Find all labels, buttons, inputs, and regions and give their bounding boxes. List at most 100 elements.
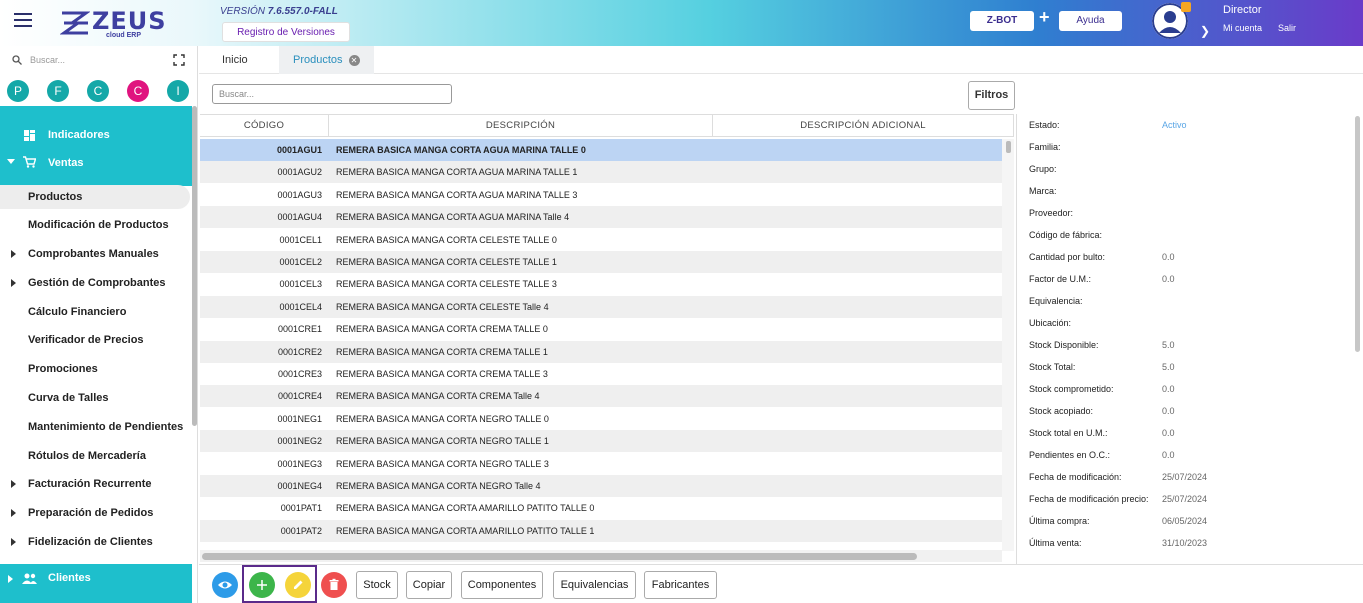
detail-label: Equivalencia: — [1029, 296, 1083, 306]
version-number: 7.6.557.0-FALL — [267, 6, 338, 17]
detail-value: 25/07/2024 — [1162, 494, 1208, 504]
detail-label: Grupo: — [1029, 164, 1057, 174]
table-row[interactable]: 0001CRE2 REMERA BASICA MANGA CORTA CREMA … — [200, 340, 1002, 363]
grid-horizontal-scrollbar[interactable] — [200, 550, 1002, 562]
add-button[interactable] — [249, 572, 275, 598]
table-row[interactable]: 0001PAT2 REMERA BASICA MANGA CORTA AMARIL… — [200, 519, 1002, 542]
column-header-descripcion-adicional[interactable]: DESCRIPCIÓN ADICIONAL — [713, 115, 1014, 137]
caret-right-icon — [11, 480, 16, 488]
sidebar-scrollbar[interactable] — [192, 106, 197, 426]
detail-label: Última venta: — [1029, 538, 1082, 548]
sidebar-item-curva-talles[interactable]: Curva de Talles — [28, 392, 109, 404]
edit-button[interactable] — [285, 572, 311, 598]
sidebar-item-promociones[interactable]: Promociones — [28, 363, 98, 375]
detail-label: Factor de U.M.: — [1029, 274, 1092, 284]
sidebar: Buscar... P F C C I Indicadores Ventas P… — [0, 46, 198, 603]
products-grid: CÓDIGO DESCRIPCIÓN DESCRIPCIÓN ADICIONAL… — [200, 114, 1014, 564]
table-row[interactable]: 0001AGU1 REMERA BASICA MANGA CORTA AGUA M… — [200, 139, 1002, 161]
cell-descripcion: REMERA BASICA MANGA CORTA NEGRO Talle 4 — [336, 481, 541, 491]
sidebar-item-calculo-financiero[interactable]: Cálculo Financiero — [28, 306, 126, 318]
shortcut-circle-i[interactable]: I — [167, 80, 189, 102]
table-row[interactable]: 0001CEL2 REMERA BASICA MANGA CORTA CELEST… — [200, 251, 1002, 273]
detail-value: 25/07/2024 — [1162, 472, 1208, 482]
detail-value: 31/10/2023 — [1162, 538, 1208, 548]
detail-label: Stock comprometido: — [1029, 384, 1114, 394]
caret-right-icon — [11, 279, 16, 287]
copiar-button[interactable]: Copiar — [406, 571, 452, 599]
people-icon — [22, 573, 37, 584]
detail-scrollbar[interactable] — [1355, 116, 1360, 352]
sidebar-item-clientes[interactable]: Clientes — [48, 572, 91, 584]
grid-search-input[interactable]: Buscar... — [212, 84, 452, 104]
mi-cuenta-link[interactable]: Mi cuenta — [1223, 23, 1262, 33]
column-header-codigo[interactable]: CÓDIGO — [200, 115, 329, 137]
grid-vertical-scrollbar[interactable] — [1002, 139, 1014, 551]
column-header-descripcion[interactable]: DESCRIPCIÓN — [329, 115, 713, 137]
equivalencias-button[interactable]: Equivalencias — [553, 571, 636, 599]
tab-inicio[interactable]: Inicio — [208, 46, 262, 74]
tab-productos[interactable]: Productos ✕ — [279, 46, 374, 74]
cell-descripcion: REMERA BASICA MANGA CORTA AGUA MARINA TA… — [336, 167, 578, 178]
sidebar-item-clientes-container[interactable]: Clientes — [0, 564, 192, 603]
sidebar-item-facturacion-recurrente[interactable]: Facturación Recurrente — [28, 478, 151, 490]
detail-label: Stock Total: — [1029, 362, 1076, 372]
sidebar-item-productos[interactable]: Productos — [28, 191, 82, 203]
table-row[interactable]: 0001NEG2 REMERA BASICA MANGA CORTA NEGRO … — [200, 430, 1002, 453]
view-button[interactable] — [212, 572, 238, 598]
fabricantes-button[interactable]: Fabricantes — [644, 571, 717, 599]
zeus-logo[interactable]: ZEUS cloud ERP — [60, 8, 166, 40]
table-row[interactable]: 0001AGU4 REMERA BASICA MANGA CORTA AGUA M… — [200, 206, 1002, 229]
table-row[interactable]: 0001CEL4 REMERA BASICA MANGA CORTA CELEST… — [200, 295, 1002, 318]
ayuda-button[interactable]: Ayuda — [1059, 11, 1122, 31]
cell-codigo: 0001NEG3 — [277, 458, 322, 469]
tab-inicio-label: Inicio — [222, 54, 248, 66]
detail-label: Proveedor: — [1029, 208, 1074, 218]
sidebar-item-indicadores[interactable]: Indicadores — [48, 129, 110, 141]
table-row[interactable]: 0001AGU3 REMERA BASICA MANGA CORTA AGUA M… — [200, 184, 1002, 206]
table-row[interactable]: 0001CRE3 REMERA BASICA MANGA CORTA CREMA … — [200, 363, 1002, 385]
table-row[interactable]: 0001NEG1 REMERA BASICA MANGA CORTA NEGRO … — [200, 408, 1002, 430]
salir-link[interactable]: Salir — [1278, 23, 1296, 33]
close-icon[interactable]: ✕ — [348, 54, 360, 66]
sidebar-search[interactable]: Buscar... — [10, 54, 190, 70]
sidebar-item-verificador-precios[interactable]: Verificador de Precios — [28, 334, 144, 346]
sidebar-item-rotulos-mercaderia[interactable]: Rótulos de Mercadería — [28, 450, 146, 462]
sidebar-item-gestion-comprobantes[interactable]: Gestión de Comprobantes — [28, 277, 166, 289]
sidebar-item-modificacion-productos[interactable]: Modificación de Productos — [28, 219, 169, 231]
table-row[interactable]: 0001CRE4 REMERA BASICA MANGA CORTA CREMA … — [200, 385, 1002, 408]
table-row[interactable]: 0001CEL3 REMERA BASICA MANGA CORTA CELEST… — [200, 273, 1002, 295]
cell-descripcion: REMERA BASICA MANGA CORTA CREMA TALLE 0 — [336, 324, 548, 335]
table-row[interactable]: 0001NEG4 REMERA BASICA MANGA CORTA NEGRO … — [200, 475, 1002, 497]
table-row[interactable]: 0001PAT1 REMERA BASICA MANGA CORTA AMARIL… — [200, 497, 1002, 519]
sidebar-item-fidelizacion-clientes[interactable]: Fidelización de Clientes — [28, 536, 153, 548]
plus-icon[interactable]: + — [1039, 7, 1050, 28]
caret-right-icon — [11, 250, 16, 258]
cell-codigo: 0001CRE4 — [277, 391, 322, 402]
table-row[interactable]: 0001AGU2 REMERA BASICA MANGA CORTA AGUA M… — [200, 161, 1002, 184]
registro-versiones-button[interactable]: Registro de Versiones — [222, 22, 350, 42]
filtros-button[interactable]: Filtros — [968, 81, 1015, 110]
table-row[interactable]: 0001NEG3 REMERA BASICA MANGA CORTA NEGRO … — [200, 453, 1002, 475]
shortcut-circle-p[interactable]: P — [7, 80, 29, 102]
sidebar-item-comprobantes-manuales[interactable]: Comprobantes Manuales — [28, 248, 159, 260]
sidebar-item-preparacion-pedidos[interactable]: Preparación de Pedidos — [28, 507, 153, 519]
stock-button[interactable]: Stock — [356, 571, 398, 599]
sidebar-item-ventas[interactable]: Ventas — [48, 157, 83, 169]
chevron-down-icon[interactable]: ❯ — [1200, 24, 1210, 38]
componentes-button[interactable]: Componentes — [461, 571, 543, 599]
cell-codigo: 0001CEL2 — [279, 257, 322, 267]
shortcut-circle-c[interactable]: C — [87, 80, 109, 102]
detail-value: 0.0 — [1162, 428, 1175, 438]
table-row[interactable]: 0001CEL1 REMERA BASICA MANGA CORTA CELEST… — [200, 229, 1002, 251]
shortcut-circle-c-pink[interactable]: C — [127, 80, 149, 102]
cell-descripcion: REMERA BASICA MANGA CORTA CREMA TALLE 3 — [336, 369, 548, 379]
delete-button[interactable] — [321, 572, 347, 598]
table-row[interactable]: 0001CRE1 REMERA BASICA MANGA CORTA CREMA … — [200, 318, 1002, 340]
zbot-button[interactable]: Z-BOT — [970, 11, 1034, 31]
detail-label: Fecha de modificación precio: — [1029, 494, 1149, 504]
fullscreen-icon[interactable] — [173, 54, 185, 66]
shortcut-circle-f[interactable]: F — [47, 80, 69, 102]
caret-down-icon — [7, 159, 15, 164]
sidebar-item-mantenimiento-pendientes[interactable]: Mantenimiento de Pendientes — [28, 421, 183, 433]
hamburger-menu-icon[interactable] — [14, 13, 32, 29]
